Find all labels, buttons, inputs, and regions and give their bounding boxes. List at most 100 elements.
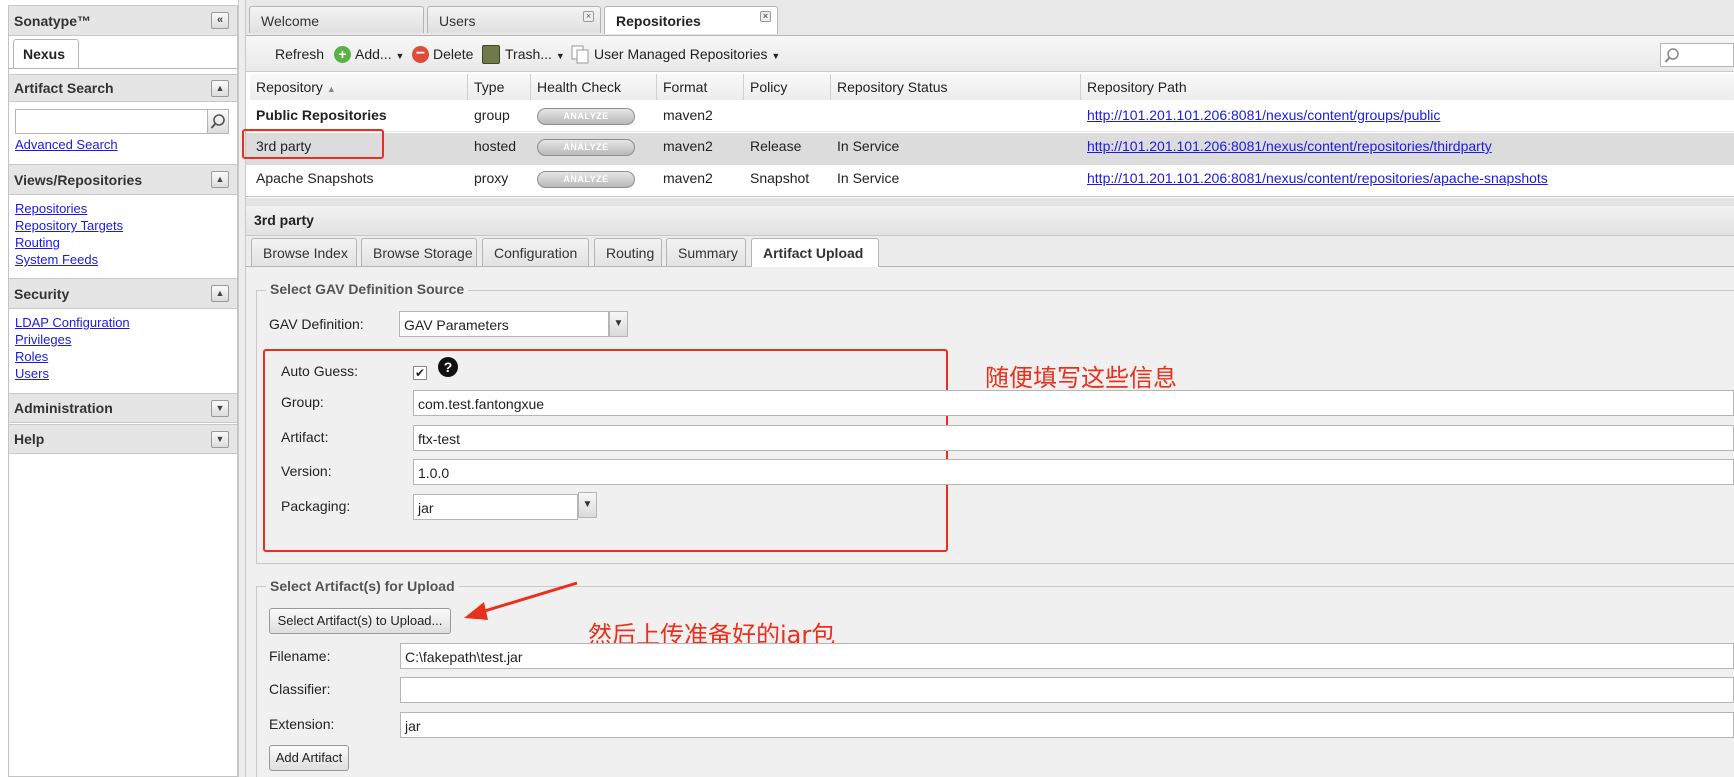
add-artifact-button[interactable]: Add Artifact [269, 745, 349, 771]
section-artifact-search[interactable]: Artifact Search ▲ [9, 74, 237, 102]
divider [9, 68, 237, 69]
add-icon[interactable]: + [334, 46, 351, 63]
add-label: Add... [355, 46, 392, 62]
subtab-configuration[interactable]: Configuration [482, 238, 589, 266]
splitter[interactable] [246, 198, 1734, 206]
expand-down-icon[interactable]: ▼ [211, 400, 229, 417]
subtab-summary[interactable]: Summary [666, 238, 746, 266]
sidebar-title: Sonatype™ « [9, 5, 237, 36]
subtab-browse-storage[interactable]: Browse Storage [361, 238, 477, 266]
section-views-repositories[interactable]: Views/Repositories ▲ [9, 164, 237, 195]
select-artifacts-button[interactable]: Select Artifact(s) to Upload... [269, 608, 451, 634]
column-header-type[interactable]: Type [468, 74, 531, 100]
column-header-repository-path[interactable]: Repository Path [1081, 74, 1734, 100]
section-title: Help [14, 431, 45, 447]
analyze-button[interactable]: ANALYZE [537, 108, 635, 125]
trash-button[interactable]: Trash... ▼ [505, 46, 565, 62]
collapse-panel-icon[interactable]: « [211, 12, 229, 29]
repository-policy: Release [750, 138, 802, 154]
subtab-routing[interactable]: Routing [594, 238, 662, 266]
collapse-up-icon[interactable]: ▲ [211, 80, 229, 97]
table-row[interactable] [246, 100, 1734, 132]
tab-repositories[interactable]: Repositories × [604, 6, 778, 34]
auto-guess-checkbox[interactable]: ✔ [413, 366, 427, 380]
delete-button[interactable]: Delete [433, 46, 473, 62]
search-icon[interactable] [207, 109, 229, 134]
collapse-up-icon[interactable]: ▲ [211, 171, 229, 188]
repository-status: In Service [837, 170, 900, 186]
column-header-repository[interactable]: Repository ▲ [250, 74, 468, 100]
tab-users[interactable]: Users × [427, 6, 601, 33]
close-icon[interactable]: × [583, 11, 594, 22]
link-advanced-search[interactable]: Advanced Search [15, 137, 118, 152]
repository-path-link[interactable]: http://101.201.101.206:8081/nexus/conten… [1087, 138, 1492, 154]
extension-field[interactable]: jar [400, 712, 1734, 738]
chevron-down-icon: ▼ [555, 51, 565, 61]
repository-path-link[interactable]: http://101.201.101.206:8081/nexus/conten… [1087, 107, 1440, 123]
link-routing[interactable]: Routing [15, 235, 60, 250]
section-security[interactable]: Security ▲ [9, 278, 237, 309]
table-row-selected[interactable] [246, 133, 1734, 165]
header-label: Repository [256, 79, 323, 95]
section-administration[interactable]: Administration ▼ [9, 393, 237, 423]
tab-welcome[interactable]: Welcome [249, 6, 424, 33]
header-label: Type [474, 79, 505, 95]
tab-nexus[interactable]: Nexus [13, 39, 79, 68]
filename-field[interactable]: C:\fakepath\test.jar [400, 643, 1734, 669]
version-field[interactable]: 1.0.0 [413, 459, 1734, 485]
column-header-format[interactable]: Format [657, 74, 744, 100]
header-label: Policy [750, 79, 788, 95]
trash-icon[interactable] [482, 45, 500, 64]
repository-path-link[interactable]: http://101.201.101.206:8081/nexus/conten… [1087, 170, 1548, 186]
help-icon[interactable]: ? [438, 357, 458, 377]
refresh-button[interactable]: Refresh [275, 46, 324, 62]
link-privileges[interactable]: Privileges [15, 332, 71, 347]
section-help[interactable]: Help ▼ [9, 424, 237, 454]
sort-ascending-icon: ▲ [326, 84, 336, 94]
subtab-label: Browse Storage [373, 245, 473, 261]
gav-legend: Select GAV Definition Source [266, 281, 469, 297]
repository-path: http://101.201.101.206:8081/nexus/conten… [1087, 107, 1440, 123]
column-header-policy[interactable]: Policy [744, 74, 831, 100]
close-icon[interactable]: × [760, 11, 771, 22]
copy-icon[interactable] [571, 45, 589, 64]
link-roles[interactable]: Roles [15, 349, 48, 364]
packaging-select[interactable]: jar [413, 494, 578, 520]
link-users[interactable]: Users [15, 366, 49, 381]
link-ldap-configuration[interactable]: LDAP Configuration [15, 315, 130, 330]
user-managed-label: User Managed Repositories [594, 46, 768, 62]
repository-type: proxy [474, 170, 509, 186]
column-header-health-check[interactable]: Health Check [531, 74, 657, 100]
subtab-browse-index[interactable]: Browse Index [251, 238, 357, 266]
analyze-button[interactable]: ANALYZE [537, 171, 635, 188]
section-title: Administration [14, 400, 113, 416]
section-title: Artifact Search [14, 80, 114, 96]
expand-down-icon[interactable]: ▼ [211, 431, 229, 448]
repository-type: hosted [474, 138, 517, 154]
artifact-field[interactable]: ftx-test [413, 425, 1734, 451]
link-repositories[interactable]: Repositories [15, 201, 87, 216]
column-header-repository-status[interactable]: Repository Status [831, 74, 1081, 100]
link-repository-targets[interactable]: Repository Targets [15, 218, 123, 233]
chevron-down-icon[interactable]: ▼ [609, 311, 628, 337]
group-field[interactable]: com.test.fantongxue [413, 390, 1734, 416]
classifier-label: Classifier: [269, 681, 331, 697]
link-system-feeds[interactable]: System Feeds [15, 252, 98, 267]
panel-splitter[interactable] [238, 0, 246, 777]
delete-icon[interactable]: − [412, 46, 429, 63]
classifier-field[interactable] [400, 677, 1734, 703]
collapse-up-icon[interactable]: ▲ [211, 285, 229, 302]
tab-nexus-label: Nexus [23, 46, 66, 62]
chevron-down-icon[interactable]: ▼ [578, 492, 597, 518]
chevron-down-icon: ▼ [771, 51, 781, 61]
analyze-button[interactable]: ANALYZE [537, 139, 635, 156]
add-button[interactable]: Add... ▼ [355, 46, 404, 62]
subtab-artifact-upload[interactable]: Artifact Upload [751, 238, 879, 267]
filename-value: C:\fakepath\test.jar [405, 649, 523, 665]
highlight-box-3rd-party [242, 129, 384, 159]
filter-input[interactable] [1660, 43, 1734, 67]
repository-status: In Service [837, 138, 900, 154]
user-managed-repositories-button[interactable]: User Managed Repositories ▼ [594, 46, 780, 62]
gav-definition-select[interactable]: GAV Parameters [399, 311, 609, 337]
artifact-search-input[interactable] [15, 109, 209, 134]
